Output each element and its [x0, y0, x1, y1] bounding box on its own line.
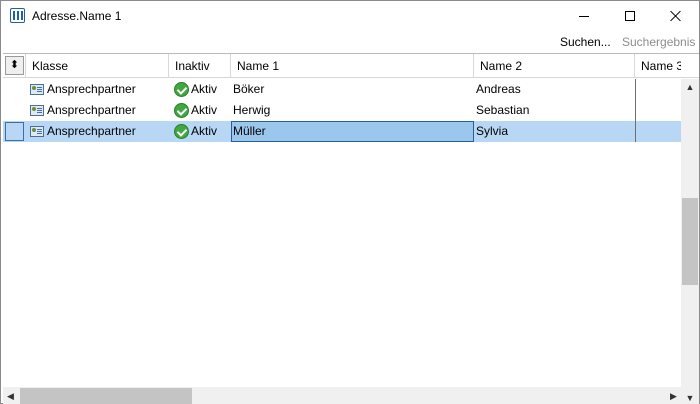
cell-name1[interactable]: Herwig — [233, 100, 471, 121]
app-icon — [10, 8, 25, 23]
scroll-right-icon[interactable]: ▶ — [666, 387, 681, 404]
minimize-icon — [579, 15, 589, 17]
cell-name1[interactable]: Böker — [233, 79, 471, 100]
row-selector[interactable] — [5, 101, 24, 120]
cell-name3[interactable] — [637, 100, 681, 121]
close-button[interactable] — [653, 1, 699, 31]
contact-person-icon — [30, 104, 44, 117]
column-header-inaktiv[interactable]: Inaktiv — [169, 54, 231, 78]
cell-name3[interactable] — [637, 121, 681, 142]
header-sort-cell: ⬍ — [3, 54, 26, 78]
scroll-to-top-icon[interactable]: ▲ — [681, 79, 699, 94]
contact-person-icon — [30, 83, 44, 96]
column-header-name3[interactable]: Name 3 — [635, 54, 681, 78]
horizontal-scroll-thumb[interactable] — [20, 388, 192, 404]
title-bar: Adresse.Name 1 — [1, 1, 699, 31]
column-header-name1[interactable]: Name 1 — [231, 54, 474, 78]
check-icon — [174, 103, 189, 118]
grid-header: ⬍ Klasse Inaktiv Name 1 Name 2 Name 3 — [3, 54, 699, 78]
cell-klasse[interactable]: Ansprechpartner — [47, 121, 167, 142]
row-selector[interactable] — [5, 122, 24, 141]
scroll-to-bottom-icon[interactable]: ▼ — [681, 390, 699, 404]
search-button[interactable]: Suchen... — [560, 35, 611, 49]
check-icon — [174, 124, 189, 139]
sort-up-down-icon[interactable]: ⬍ — [5, 56, 24, 75]
table-row-selected[interactable]: Ansprechpartner Aktiv Müller Sylvia — [3, 121, 681, 142]
cell-klasse[interactable]: Ansprechpartner — [47, 100, 167, 121]
cell-name3[interactable] — [637, 79, 681, 100]
data-grid: ⬍ Klasse Inaktiv Name 1 Name 2 Name 3 An… — [3, 53, 699, 404]
cell-inaktiv[interactable]: Aktiv — [191, 79, 231, 100]
table-row[interactable]: Ansprechpartner Aktiv Böker Andreas — [3, 79, 681, 100]
horizontal-scrollbar[interactable]: ◀ ▶ — [3, 387, 681, 404]
column-divider — [635, 79, 636, 142]
column-header-name2[interactable]: Name 2 — [474, 54, 635, 78]
vertical-scrollbar[interactable]: ▲ ▼ — [681, 79, 699, 404]
window-title: Adresse.Name 1 — [32, 9, 122, 23]
cell-klasse[interactable]: Ansprechpartner — [47, 79, 167, 100]
cell-name2[interactable]: Sebastian — [476, 100, 633, 121]
cell-name1-active[interactable]: Müller — [233, 121, 471, 142]
scroll-left-icon[interactable]: ◀ — [3, 387, 18, 404]
maximize-icon — [625, 11, 635, 21]
table-row[interactable]: Ansprechpartner Aktiv Herwig Sebastian — [3, 100, 681, 121]
contact-person-icon — [30, 125, 44, 138]
toolbar: Suchen... Suchergebnis — [1, 31, 699, 53]
row-selector[interactable] — [5, 80, 24, 99]
check-icon — [174, 82, 189, 97]
maximize-button[interactable] — [607, 1, 653, 31]
search-result-button[interactable]: Suchergebnis — [622, 35, 695, 49]
cell-name2[interactable]: Sylvia — [476, 121, 633, 142]
column-header-klasse[interactable]: Klasse — [26, 54, 169, 78]
cell-name2[interactable]: Andreas — [476, 79, 633, 100]
dialog-window: Adresse.Name 1 Suchen... Suchergebnis ⬍ … — [0, 0, 700, 404]
cell-inaktiv[interactable]: Aktiv — [191, 121, 231, 142]
cell-inaktiv[interactable]: Aktiv — [191, 100, 231, 121]
minimize-button[interactable] — [561, 1, 607, 31]
close-icon — [670, 10, 682, 22]
vertical-scroll-thumb[interactable] — [682, 198, 698, 285]
